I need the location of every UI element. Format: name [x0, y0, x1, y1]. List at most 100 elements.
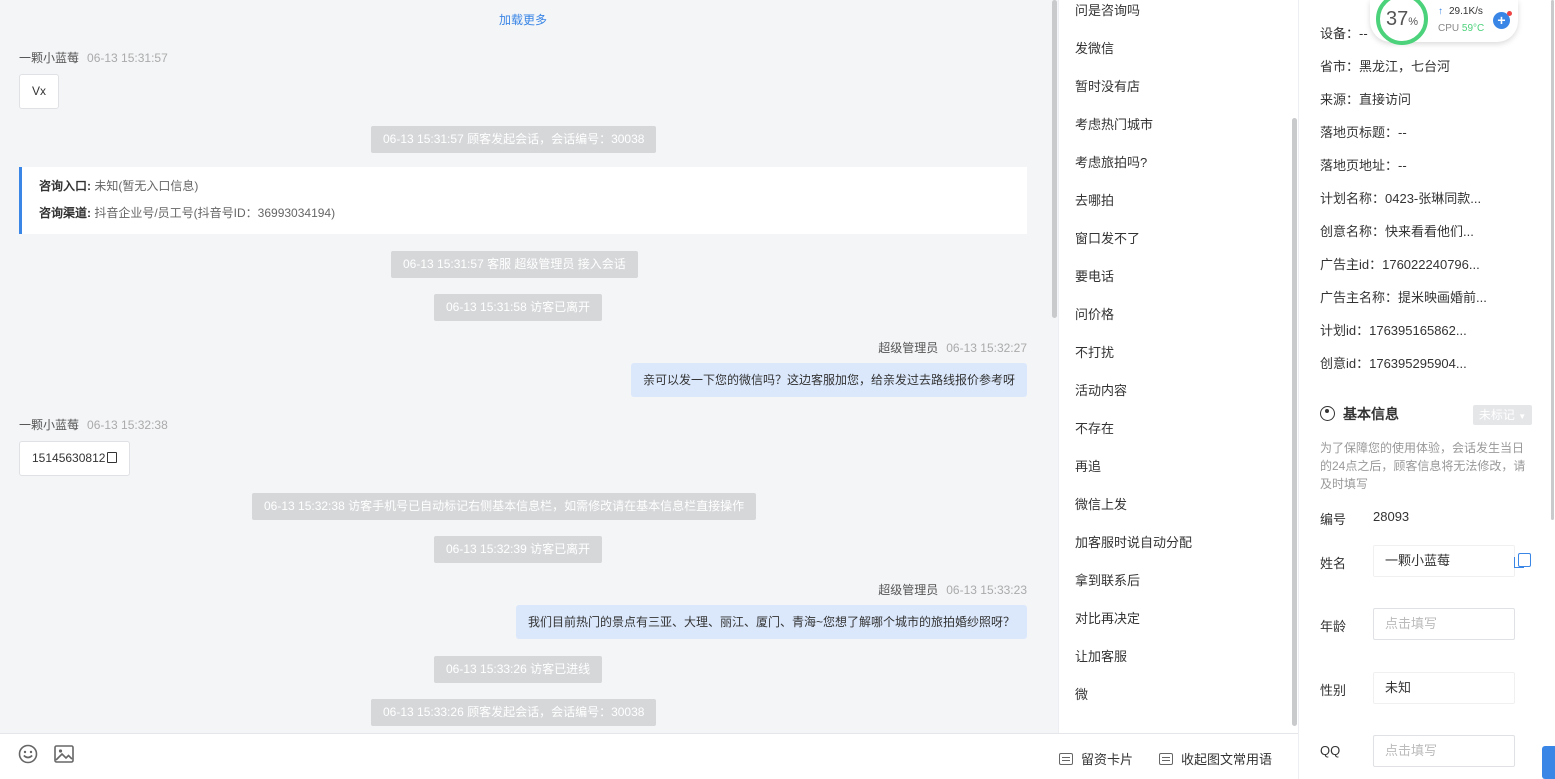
source-info: 来源：直接访问	[1320, 92, 1412, 107]
quick-reply-item[interactable]: 问是咨询吗	[1075, 0, 1140, 19]
qq-field[interactable]: 点击填写	[1373, 735, 1515, 767]
device-info: 设备：--	[1320, 26, 1368, 41]
quick-reply-item[interactable]: 再追	[1075, 456, 1101, 475]
system-message: 06-13 15:31:58 访客已离开	[434, 294, 603, 321]
cpu-temp: CPU 59°C	[1438, 23, 1484, 34]
cpu-percent-unit: %	[1408, 16, 1419, 28]
message-meta: 一颗小蓝莓 06-13 15:32:38	[19, 416, 168, 433]
agent-message: 我们目前热门的景点有三亚、大理、丽江、厦门、青海~您想了解哪个城市的旅拍婚纱照呀…	[515, 605, 1027, 639]
quick-reply-item[interactable]: 不打扰	[1075, 342, 1114, 361]
chat-scrollbar[interactable]	[1052, 0, 1057, 318]
edit-notice: 为了保障您的使用体验，会话发生当日的24点之后，顾客信息将无法修改，请及时填写	[1320, 441, 1526, 491]
quick-reply-scrollbar[interactable]	[1292, 118, 1297, 726]
message-meta: 超级管理员 06-13 15:33:23	[878, 581, 1027, 598]
province-info: 省市：黑龙江，七台河	[1320, 59, 1451, 74]
message-meta: 超级管理员 06-13 15:32:27	[878, 339, 1027, 356]
caret-down-icon: ▼	[1518, 412, 1527, 421]
quick-reply-item[interactable]: 考虑旅拍吗?	[1075, 152, 1147, 171]
cpu-label: CPU	[1438, 23, 1460, 34]
landing-title-info: 落地页标题：--	[1320, 125, 1407, 140]
quick-reply-item[interactable]: 问价格	[1075, 304, 1114, 323]
sender-name: 一颗小蓝莓	[19, 51, 80, 65]
quick-reply-item[interactable]: 窗口发不了	[1075, 228, 1140, 247]
landing-url-info: 落地页地址：--	[1320, 158, 1407, 173]
qq-label: QQ	[1320, 743, 1341, 758]
lead-card-button[interactable]: 留资卡片	[1059, 749, 1133, 768]
copy-icon[interactable]	[107, 452, 118, 463]
network-speed: ↑ 29.1K/s	[1438, 6, 1483, 17]
gender-label: 性别	[1320, 683, 1347, 698]
quick-reply-item[interactable]: 发微信	[1075, 38, 1114, 57]
gender-select[interactable]: 未知	[1373, 672, 1515, 704]
system-message: 06-13 15:31:57 客服 超级管理员 接入会话	[391, 251, 638, 278]
mark-label: 未标记	[1478, 408, 1515, 422]
sender-name: 超级管理员	[878, 583, 939, 597]
quick-reply-item[interactable]: 微	[1075, 684, 1088, 703]
quick-reply-item[interactable]: 拿到联系后	[1075, 570, 1140, 589]
basic-info-label: 基本信息	[1343, 406, 1399, 422]
advertiser-name-info: 广告主名称：提米映画婚前...	[1320, 290, 1487, 305]
quick-reply-item[interactable]: 微信上发	[1075, 494, 1127, 513]
input-toolbar: 留资卡片 收起图文常用语	[0, 733, 1298, 779]
sender-name: 超级管理员	[878, 341, 939, 355]
quick-reply-item[interactable]: 让加客服	[1075, 646, 1127, 665]
message-meta: 一颗小蓝莓 06-13 15:31:57	[19, 49, 168, 66]
smile-icon[interactable]	[18, 744, 38, 764]
id-value: 28093	[1373, 509, 1410, 524]
system-message: 06-13 15:33:26 访客已进线	[434, 656, 603, 683]
entry-value: 未知(暂无入口信息)	[94, 179, 199, 193]
creative-name-info: 创意名称：快来看看他们...	[1320, 224, 1474, 239]
customer-message[interactable]: 15145630812	[19, 441, 131, 476]
system-message: 06-13 15:32:38 访客手机号已自动标记右侧基本信息栏，如需修改请在基…	[252, 493, 757, 520]
system-message: 06-13 15:33:26 顾客发起会话，会话编号：30038	[371, 699, 657, 726]
id-label: 编号	[1320, 512, 1347, 527]
info-scrollbar[interactable]	[1551, 0, 1554, 520]
creative-id-info: 创意id：176395295904...	[1320, 356, 1467, 371]
card-icon	[1059, 753, 1073, 765]
name-label: 姓名	[1320, 556, 1347, 571]
channel-value: 抖音企业号/员工号(抖音号ID：36993034194)	[94, 206, 336, 220]
plan-name-info: 计划名称：0423-张琳同款...	[1320, 191, 1482, 206]
quick-reply-item[interactable]: 活动内容	[1075, 380, 1127, 399]
image-icon[interactable]	[54, 744, 74, 764]
channel-label: 咨询渠道:	[39, 206, 91, 220]
advertiser-id-info: 广告主id：176022240796...	[1320, 257, 1480, 272]
person-icon	[1320, 406, 1335, 421]
mark-dropdown[interactable]: 未标记 ▼	[1473, 405, 1532, 425]
quick-reply-item[interactable]: 加客服时说自动分配	[1075, 532, 1192, 551]
quick-reply-item[interactable]: 不存在	[1075, 418, 1114, 437]
arrow-up-icon: ↑	[1438, 6, 1443, 17]
cpu-usage-ring: 37%	[1376, 0, 1428, 45]
basic-info-title: 基本信息	[1320, 404, 1399, 424]
system-message: 06-13 15:31:57 顾客发起会话，会话编号：30038	[371, 126, 657, 153]
plus-icon[interactable]: +	[1493, 11, 1512, 29]
entry-label: 咨询入口:	[39, 179, 91, 193]
temp-value: 59°C	[1461, 23, 1485, 34]
sender-name: 一颗小蓝莓	[19, 418, 80, 432]
message-time: 06-13 15:33:23	[946, 583, 1027, 597]
age-field[interactable]: 点击填写	[1373, 608, 1515, 640]
phone-text: 15145630812	[32, 451, 106, 465]
visitor-info-panel: 设备：-- 省市：黑龙江，七台河 来源：直接访问 落地页标题：-- 落地页地址：…	[1298, 0, 1555, 779]
quick-reply-item[interactable]: 对比再决定	[1075, 608, 1140, 627]
quick-reply-item[interactable]: 去哪拍	[1075, 190, 1114, 209]
quick-reply-item[interactable]: 要电话	[1075, 266, 1114, 285]
message-time: 06-13 15:32:27	[946, 341, 1027, 355]
copy-icon[interactable]	[1514, 553, 1531, 568]
age-label: 年龄	[1320, 619, 1347, 634]
customer-message: Vx	[19, 74, 60, 109]
cpu-percent: 37	[1385, 8, 1409, 30]
plan-id-info: 计划id：176395165862...	[1320, 323, 1467, 338]
quick-reply-item[interactable]: 考虑热门城市	[1075, 114, 1153, 133]
system-monitor-widget[interactable]: 37% ↑ 29.1K/s CPU 59°C +	[1370, 0, 1518, 45]
collapse-phrases-button[interactable]: 收起图文常用语	[1159, 749, 1272, 768]
quick-reply-item[interactable]: 暂时没有店	[1075, 76, 1140, 95]
agent-message: 亲可以发一下您的微信吗？这边客服加您，给亲发过去路线报价参考呀	[630, 363, 1027, 397]
lead-card-label: 留资卡片	[1081, 752, 1134, 767]
name-field[interactable]: 一颗小蓝莓	[1373, 545, 1515, 577]
system-message: 06-13 15:32:39 访客已离开	[434, 536, 603, 563]
collapse-phrases-label: 收起图文常用语	[1181, 752, 1273, 767]
load-more-link[interactable]: 加载更多	[0, 11, 1046, 28]
side-tab-button[interactable]	[1542, 746, 1555, 779]
message-time: 06-13 15:31:57	[87, 51, 168, 65]
